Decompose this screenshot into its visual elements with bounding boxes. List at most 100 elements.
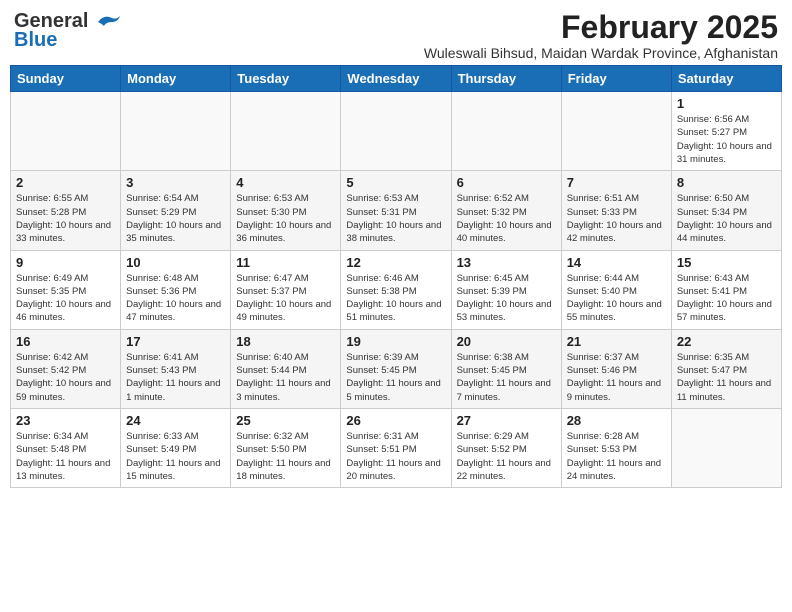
calendar-week-row: 23Sunrise: 6:34 AM Sunset: 5:48 PM Dayli…: [11, 408, 782, 487]
day-number: 7: [567, 175, 666, 190]
calendar-week-row: 1 Sunrise: 6:56 AM Sunset: 5:27 PM Daylig…: [11, 92, 782, 171]
day-number: 6: [457, 175, 556, 190]
calendar-cell: 17 Sunrise: 6:41 AM Sunset: 5:43 PM Dayli…: [121, 329, 231, 408]
day-info: Sunrise: 6:33 AM Sunset: 5:49 PM Dayligh…: [126, 430, 225, 483]
calendar-cell: 4 Sunrise: 6:53 AM Sunset: 5:30 PM Daylig…: [231, 171, 341, 250]
calendar-cell: 27 Sunrise: 6:29 AM Sunset: 5:52 PM Dayli…: [451, 408, 561, 487]
calendar-cell: 28 Sunrise: 6:28 AM Sunset: 5:53 PM Dayli…: [561, 408, 671, 487]
day-info: Sunrise: 6:38 AM Sunset: 5:45 PM Dayligh…: [457, 351, 556, 404]
calendar-cell: 12 Sunrise: 6:46 AM Sunset: 5:38 PM Dayli…: [341, 250, 451, 329]
calendar-week-row: 2 Sunrise: 6:55 AM Sunset: 5:28 PM Daylig…: [11, 171, 782, 250]
weekday-header-thursday: Thursday: [451, 66, 561, 92]
calendar-cell: [341, 92, 451, 171]
weekday-header-wednesday: Wednesday: [341, 66, 451, 92]
logo-blue-text: Blue: [14, 29, 57, 52]
calendar-cell: 3 Sunrise: 6:54 AM Sunset: 5:29 PM Daylig…: [121, 171, 231, 250]
day-info: Sunrise: 6:46 AM Sunset: 5:38 PM Dayligh…: [346, 272, 445, 325]
day-info: Sunrise: 6:48 AM Sunset: 5:36 PM Dayligh…: [126, 272, 225, 325]
day-number: 3: [126, 175, 225, 190]
day-number: 1: [677, 96, 776, 111]
day-info: Sunrise: 6:39 AM Sunset: 5:45 PM Dayligh…: [346, 351, 445, 404]
day-number: 17: [126, 334, 225, 349]
day-info: Sunrise: 6:55 AM Sunset: 5:28 PM Dayligh…: [16, 192, 115, 245]
day-number: 4: [236, 175, 335, 190]
day-number: 26: [346, 413, 445, 428]
calendar-cell: 2 Sunrise: 6:55 AM Sunset: 5:28 PM Daylig…: [11, 171, 121, 250]
calendar-cell: 18 Sunrise: 6:40 AM Sunset: 5:44 PM Dayli…: [231, 329, 341, 408]
day-info: Sunrise: 6:56 AM Sunset: 5:27 PM Dayligh…: [677, 113, 776, 166]
day-info: Sunrise: 6:49 AM Sunset: 5:35 PM Dayligh…: [16, 272, 115, 325]
day-info: Sunrise: 6:35 AM Sunset: 5:47 PM Dayligh…: [677, 351, 776, 404]
weekday-header-saturday: Saturday: [671, 66, 781, 92]
day-number: 13: [457, 255, 556, 270]
calendar-table: SundayMondayTuesdayWednesdayThursdayFrid…: [10, 65, 782, 488]
weekday-header-tuesday: Tuesday: [231, 66, 341, 92]
weekday-header-friday: Friday: [561, 66, 671, 92]
calendar-cell: 6Sunrise: 6:52 AM Sunset: 5:32 PM Daylig…: [451, 171, 561, 250]
day-number: 25: [236, 413, 335, 428]
day-info: Sunrise: 6:54 AM Sunset: 5:29 PM Dayligh…: [126, 192, 225, 245]
day-number: 15: [677, 255, 776, 270]
day-number: 5: [346, 175, 445, 190]
calendar-cell: 23Sunrise: 6:34 AM Sunset: 5:48 PM Dayli…: [11, 408, 121, 487]
day-info: Sunrise: 6:50 AM Sunset: 5:34 PM Dayligh…: [677, 192, 776, 245]
calendar-cell: 1 Sunrise: 6:56 AM Sunset: 5:27 PM Daylig…: [671, 92, 781, 171]
day-info: Sunrise: 6:41 AM Sunset: 5:43 PM Dayligh…: [126, 351, 225, 404]
logo-bird-icon: [94, 12, 122, 32]
day-number: 22: [677, 334, 776, 349]
calendar-cell: [561, 92, 671, 171]
day-number: 2: [16, 175, 115, 190]
calendar-cell: 25Sunrise: 6:32 AM Sunset: 5:50 PM Dayli…: [231, 408, 341, 487]
calendar-cell: 14Sunrise: 6:44 AM Sunset: 5:40 PM Dayli…: [561, 250, 671, 329]
month-title: February 2025: [424, 10, 778, 45]
day-info: Sunrise: 6:28 AM Sunset: 5:53 PM Dayligh…: [567, 430, 666, 483]
day-number: 12: [346, 255, 445, 270]
calendar-cell: 22 Sunrise: 6:35 AM Sunset: 5:47 PM Dayli…: [671, 329, 781, 408]
day-number: 28: [567, 413, 666, 428]
title-area: February 2025 Wuleswali Bihsud, Maidan W…: [424, 10, 778, 61]
day-info: Sunrise: 6:42 AM Sunset: 5:42 PM Dayligh…: [16, 351, 115, 404]
weekday-header-monday: Monday: [121, 66, 231, 92]
day-info: Sunrise: 6:51 AM Sunset: 5:33 PM Dayligh…: [567, 192, 666, 245]
calendar-cell: 26 Sunrise: 6:31 AM Sunset: 5:51 PM Dayli…: [341, 408, 451, 487]
calendar-cell: [11, 92, 121, 171]
weekday-header-sunday: Sunday: [11, 66, 121, 92]
day-info: Sunrise: 6:43 AM Sunset: 5:41 PM Dayligh…: [677, 272, 776, 325]
day-number: 18: [236, 334, 335, 349]
day-number: 20: [457, 334, 556, 349]
calendar-cell: 16Sunrise: 6:42 AM Sunset: 5:42 PM Dayli…: [11, 329, 121, 408]
day-info: Sunrise: 6:45 AM Sunset: 5:39 PM Dayligh…: [457, 272, 556, 325]
day-number: 8: [677, 175, 776, 190]
day-info: Sunrise: 6:44 AM Sunset: 5:40 PM Dayligh…: [567, 272, 666, 325]
calendar-cell: 20 Sunrise: 6:38 AM Sunset: 5:45 PM Dayli…: [451, 329, 561, 408]
day-info: Sunrise: 6:53 AM Sunset: 5:31 PM Dayligh…: [346, 192, 445, 245]
day-info: Sunrise: 6:37 AM Sunset: 5:46 PM Dayligh…: [567, 351, 666, 404]
calendar-cell: 21 Sunrise: 6:37 AM Sunset: 5:46 PM Dayli…: [561, 329, 671, 408]
day-number: 24: [126, 413, 225, 428]
calendar-cell: [121, 92, 231, 171]
day-number: 10: [126, 255, 225, 270]
day-number: 19: [346, 334, 445, 349]
calendar-cell: 24 Sunrise: 6:33 AM Sunset: 5:49 PM Dayli…: [121, 408, 231, 487]
calendar-cell: [231, 92, 341, 171]
day-info: Sunrise: 6:47 AM Sunset: 5:37 PM Dayligh…: [236, 272, 335, 325]
calendar-cell: 5 Sunrise: 6:53 AM Sunset: 5:31 PM Daylig…: [341, 171, 451, 250]
calendar-cell: [671, 408, 781, 487]
day-info: Sunrise: 6:29 AM Sunset: 5:52 PM Dayligh…: [457, 430, 556, 483]
page-header: General Blue February 2025 Wuleswali Bih…: [10, 10, 782, 61]
calendar-cell: 9 Sunrise: 6:49 AM Sunset: 5:35 PM Daylig…: [11, 250, 121, 329]
logo: General Blue: [14, 10, 122, 52]
day-number: 9: [16, 255, 115, 270]
calendar-week-row: 9 Sunrise: 6:49 AM Sunset: 5:35 PM Daylig…: [11, 250, 782, 329]
day-info: Sunrise: 6:34 AM Sunset: 5:48 PM Dayligh…: [16, 430, 115, 483]
calendar-cell: [451, 92, 561, 171]
calendar-cell: 19 Sunrise: 6:39 AM Sunset: 5:45 PM Dayli…: [341, 329, 451, 408]
calendar-week-row: 16Sunrise: 6:42 AM Sunset: 5:42 PM Dayli…: [11, 329, 782, 408]
day-info: Sunrise: 6:53 AM Sunset: 5:30 PM Dayligh…: [236, 192, 335, 245]
calendar-cell: 11Sunrise: 6:47 AM Sunset: 5:37 PM Dayli…: [231, 250, 341, 329]
calendar-cell: 7 Sunrise: 6:51 AM Sunset: 5:33 PM Daylig…: [561, 171, 671, 250]
day-info: Sunrise: 6:40 AM Sunset: 5:44 PM Dayligh…: [236, 351, 335, 404]
day-number: 21: [567, 334, 666, 349]
day-number: 27: [457, 413, 556, 428]
day-info: Sunrise: 6:31 AM Sunset: 5:51 PM Dayligh…: [346, 430, 445, 483]
